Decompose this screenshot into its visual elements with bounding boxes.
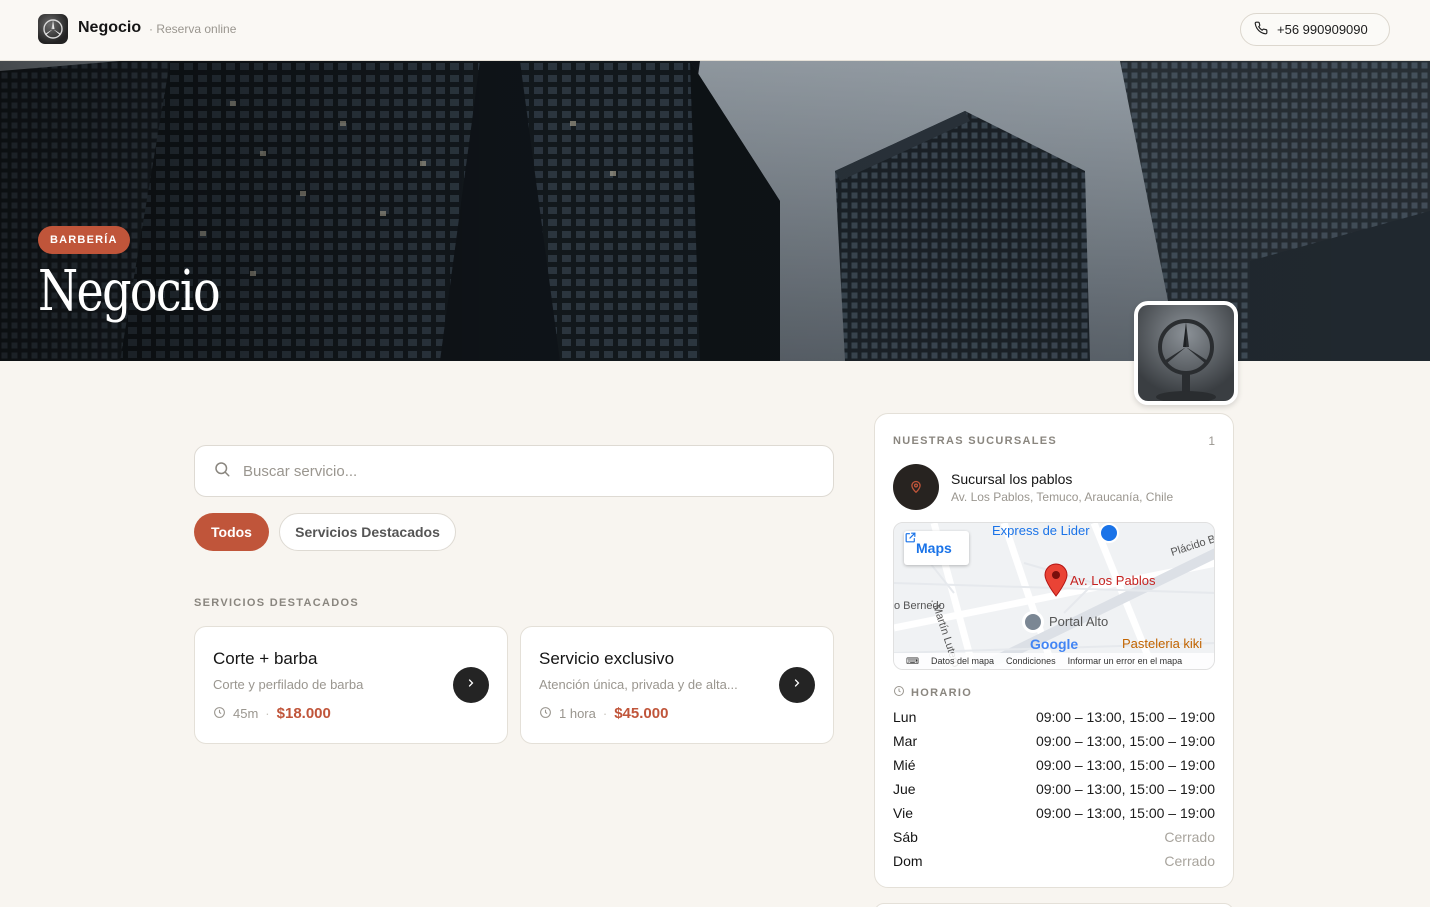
hours-day: Mar	[893, 733, 918, 749]
brand-subtitle: · Reserva online	[149, 22, 237, 36]
brand-logo[interactable]	[38, 14, 68, 44]
map-poi-portal: Portal Alto	[1049, 614, 1109, 629]
service-meta: 45m · $18.000	[213, 705, 331, 722]
hours-list: Lun 09:00 – 13:00, 15:00 – 19:00 Mar 09:…	[893, 705, 1215, 873]
service-price: $45.000	[614, 705, 669, 722]
hero-title: Negocio	[38, 259, 221, 324]
branch-map[interactable]: Maps Express de Lider Plácido B Av. Los …	[893, 522, 1215, 670]
service-description: Corte y perfilado de barba	[213, 677, 364, 692]
service-duration: 1 hora	[559, 706, 596, 721]
phone-number: +56 990909090	[1277, 22, 1368, 37]
hours-value: 09:00 – 13:00, 15:00 – 19:00	[1035, 733, 1215, 749]
clock-icon	[539, 706, 552, 722]
branch-name[interactable]: Sucursal los pablos	[951, 471, 1072, 487]
service-title: Servicio exclusivo	[539, 649, 675, 668]
poi-circle-icon	[1022, 611, 1044, 633]
hours-heading-label: HORARIO	[911, 686, 973, 699]
hours-value: Cerrado	[1164, 853, 1215, 869]
hours-day: Jue	[893, 781, 916, 797]
chevron-right-icon	[465, 676, 477, 694]
chevron-right-icon	[791, 676, 803, 694]
hours-value: Cerrado	[1164, 829, 1215, 845]
map-report-link[interactable]: Informar un error en el mapa	[1068, 656, 1183, 666]
open-service-button[interactable]	[779, 667, 815, 703]
shopping-cart-icon	[1099, 523, 1119, 543]
map-footer: ⌨ Datos del mapa Condiciones Informar un…	[894, 653, 1214, 669]
service-price: $18.000	[276, 705, 331, 722]
branch-address: Av. Los Pablos, Temuco, Araucanía, Chile	[951, 490, 1174, 504]
hours-row: Vie 09:00 – 13:00, 15:00 – 19:00	[893, 801, 1215, 825]
maps-button-label: Maps	[916, 540, 952, 556]
google-logo: Google	[1030, 636, 1079, 652]
service-card[interactable]: Servicio exclusivo Atención única, priva…	[520, 626, 834, 744]
service-meta: 1 hora · $45.000	[539, 705, 668, 722]
search-bar[interactable]	[194, 445, 834, 497]
hours-day: Vie	[893, 805, 913, 821]
hours-row: Mié 09:00 – 13:00, 15:00 – 19:00	[893, 753, 1215, 777]
map-terms-link[interactable]: Condiciones	[1006, 656, 1056, 666]
map-place-label: Av. Los Pablos	[1070, 573, 1156, 588]
secondary-panel	[874, 903, 1234, 907]
hours-day: Mié	[893, 757, 916, 773]
category-badge: BARBERÍA	[38, 226, 130, 254]
top-bar: Negocio · Reserva online +56 990909090	[0, 0, 1430, 61]
filter-chip-destacados[interactable]: Servicios Destacados	[279, 513, 456, 551]
filter-chip-todos[interactable]: Todos	[194, 513, 269, 551]
hours-heading: HORARIO	[893, 685, 972, 700]
search-icon	[213, 460, 231, 483]
hours-value: 09:00 – 13:00, 15:00 – 19:00	[1035, 805, 1215, 821]
map-data-link[interactable]: Datos del mapa	[931, 656, 994, 666]
hours-row: Sáb Cerrado	[893, 825, 1215, 849]
branches-panel: NUESTRAS SUCURSALES 1 Sucursal los pablo…	[874, 413, 1234, 888]
hours-value: 09:00 – 13:00, 15:00 – 19:00	[1035, 781, 1215, 797]
service-description: Atención única, privada y de alta...	[539, 677, 738, 692]
clock-icon	[213, 706, 226, 722]
hours-value: 09:00 – 13:00, 15:00 – 19:00	[1035, 757, 1215, 773]
map-pin-icon	[893, 464, 939, 510]
hours-row: Dom Cerrado	[893, 849, 1215, 873]
branches-heading: NUESTRAS SUCURSALES	[893, 435, 1058, 447]
meta-separator: ·	[602, 706, 608, 721]
map-poi-express: Express de Lider	[992, 523, 1090, 538]
map-poi-pasteleria: Pasteleria kiki	[1122, 636, 1203, 651]
featured-section-label: SERVICIOS DESTACADOS	[194, 597, 359, 609]
service-card[interactable]: Corte + barba Corte y perfilado de barba…	[194, 626, 508, 744]
keyboard-icon[interactable]: ⌨	[906, 656, 919, 667]
brand-name[interactable]: Negocio	[78, 19, 141, 37]
hours-day: Lun	[893, 709, 917, 725]
phone-button[interactable]: +56 990909090	[1240, 13, 1390, 46]
hours-row: Lun 09:00 – 13:00, 15:00 – 19:00	[893, 705, 1215, 729]
phone-icon	[1254, 21, 1268, 38]
service-duration: 45m	[233, 706, 259, 721]
open-service-button[interactable]	[453, 667, 489, 703]
hours-value: 09:00 – 13:00, 15:00 – 19:00	[1035, 709, 1215, 725]
branches-count: 1	[1208, 434, 1215, 448]
service-title: Corte + barba	[213, 649, 318, 668]
meta-separator: ·	[265, 706, 270, 721]
clock-icon	[893, 685, 905, 700]
search-input[interactable]	[243, 462, 803, 480]
hours-row: Mar 09:00 – 13:00, 15:00 – 19:00	[893, 729, 1215, 753]
open-maps-button[interactable]: Maps	[904, 531, 969, 565]
business-avatar	[1134, 301, 1238, 405]
hours-row: Jue 09:00 – 13:00, 15:00 – 19:00	[893, 777, 1215, 801]
hours-day: Dom	[893, 853, 923, 869]
hours-day: Sáb	[893, 829, 918, 845]
